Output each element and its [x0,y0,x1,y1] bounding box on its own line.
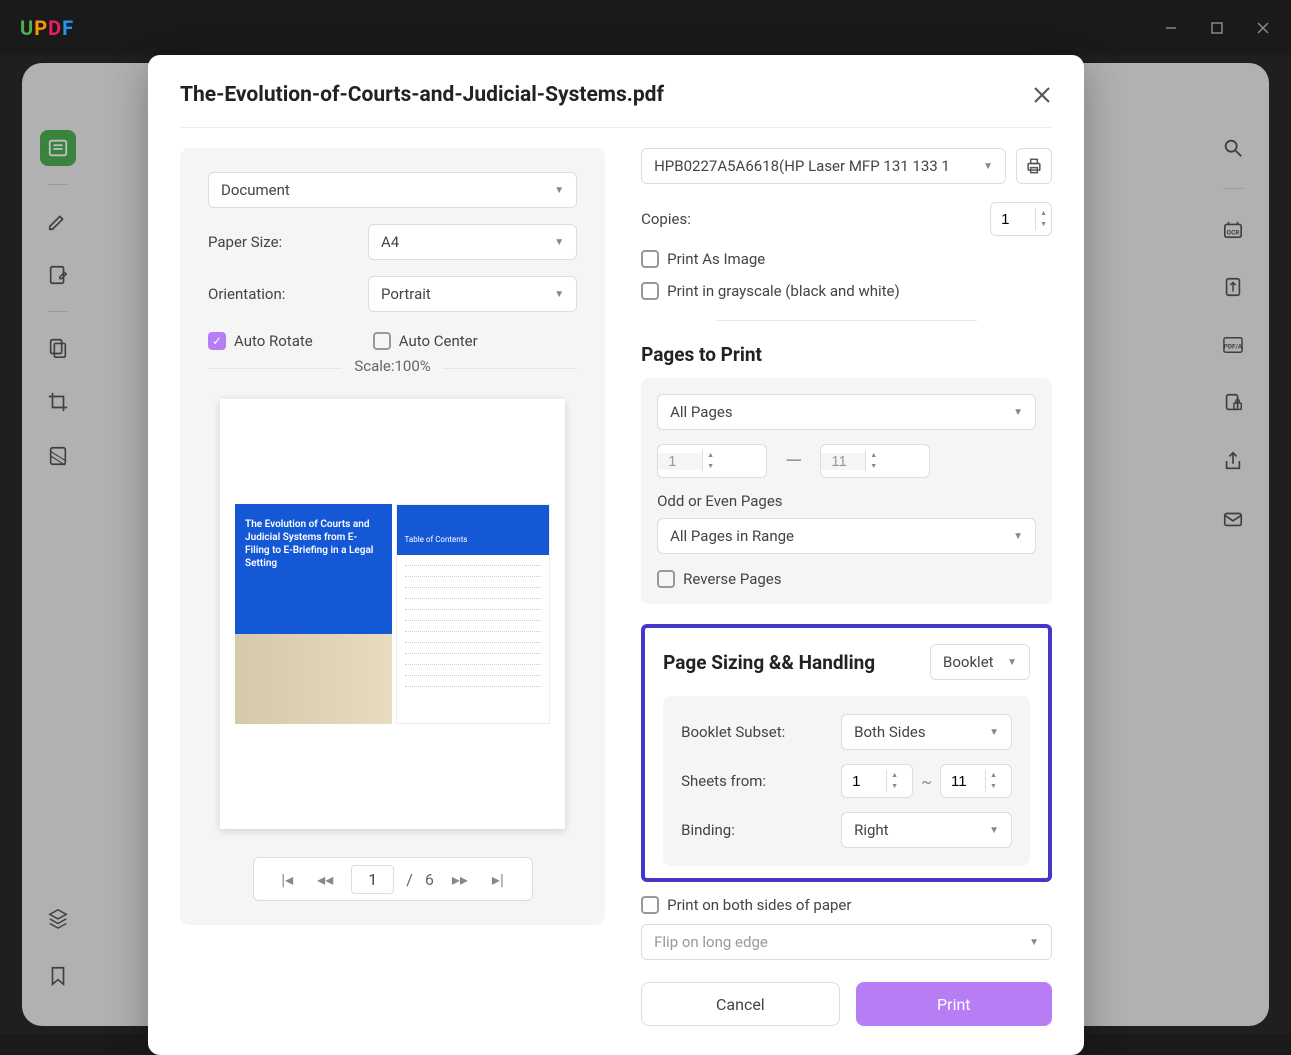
odd-even-value: All Pages in Range [670,527,794,545]
main-area: OCR PDF/A The-Evolution-of-Courts-and-Ju… [0,55,1291,1034]
first-page-button[interactable]: |◂ [275,870,299,889]
print-as-image-checkbox[interactable]: Print As Image [641,250,1052,268]
paper-size-label: Paper Size: [208,233,368,251]
minimize-button[interactable] [1163,20,1179,36]
paper-size-value: A4 [381,233,399,251]
spin-up[interactable]: ▲ [1036,208,1051,219]
options-panel: HPB0227A5A6618(HP Laser MFP 131 133 1 ▼ … [641,148,1052,1026]
chevron-down-icon: ▼ [1013,531,1023,542]
preview-panel: Document ▼ Paper Size: A4 ▼ Orientation: [180,148,605,1026]
checkbox-icon [641,282,659,300]
print-mode-value: Document [221,181,290,199]
print-button[interactable]: Print [856,982,1052,1026]
flip-select[interactable]: Flip on long edge ▼ [641,924,1052,960]
preview-right-heading: Table of Contents [397,505,550,555]
auto-rotate-checkbox[interactable]: ✓ Auto Rotate [208,332,313,350]
printer-properties-button[interactable] [1016,148,1052,184]
orientation-label: Orientation: [208,285,368,303]
flip-value: Flip on long edge [654,933,768,951]
close-window-button[interactable] [1255,20,1271,36]
print-grayscale-checkbox[interactable]: Print in grayscale (black and white) [641,282,1052,300]
duplex-label: Print on both sides of paper [667,896,851,914]
page-range-select[interactable]: All Pages ▼ [657,394,1036,430]
next-page-button[interactable]: ▸▸ [446,870,474,889]
paper-size-select[interactable]: A4 ▼ [368,224,577,260]
binding-value: Right [854,821,888,839]
duplex-checkbox[interactable]: Print on both sides of paper [641,896,1052,914]
chevron-down-icon: ▼ [1007,657,1017,668]
odd-even-select[interactable]: All Pages in Range ▼ [657,518,1036,554]
spin-down[interactable]: ▼ [1036,219,1051,230]
preview-page: The Evolution of Courts and Judicial Sys… [220,399,565,829]
checkbox-icon [641,896,659,914]
print-grayscale-label: Print in grayscale (black and white) [667,282,900,300]
copies-input[interactable]: ▲▼ [990,202,1052,236]
reverse-pages-label: Reverse Pages [683,570,781,588]
auto-rotate-label: Auto Rotate [234,332,313,350]
sheets-from-label: Sheets from: [681,772,841,790]
auto-center-checkbox[interactable]: Auto Center [373,332,478,350]
booklet-subset-label: Booklet Subset: [681,723,841,741]
preview-left-title: The Evolution of Courts and Judicial Sys… [245,518,382,570]
chevron-down-icon: ▼ [983,161,993,172]
page-sizing-title: Page Sizing && Handling [663,651,875,674]
page-range-value: All Pages [670,403,732,421]
cancel-button[interactable]: Cancel [641,982,839,1026]
sizing-mode-value: Booklet [943,653,994,671]
booklet-subset-value: Both Sides [854,723,926,741]
copies-label: Copies: [641,210,691,228]
chevron-down-icon: ▼ [1013,407,1023,418]
scale-label: Scale:100% [342,357,442,375]
print-as-image-label: Print As Image [667,250,765,268]
orientation-select[interactable]: Portrait ▼ [368,276,577,312]
odd-even-label: Odd or Even Pages [657,492,1036,510]
checkbox-icon [641,250,659,268]
copies-field[interactable] [991,211,1035,228]
modal-header: The-Evolution-of-Courts-and-Judicial-Sys… [180,83,1052,128]
checkbox-checked-icon: ✓ [208,332,226,350]
pages-to-print-title: Pages to Print [641,343,1052,366]
booklet-subset-select[interactable]: Both Sides ▼ [841,714,1012,750]
print-dialog: The-Evolution-of-Courts-and-Judicial-Sys… [148,55,1084,1055]
total-pages: 6 [425,870,434,889]
pager-separator: / [406,870,413,889]
page-sizing-section: Page Sizing && Handling Booklet ▼ Bookle… [641,624,1052,882]
page-to-input[interactable]: ▲▼ [820,444,930,478]
chevron-down-icon: ▼ [989,727,999,738]
checkbox-icon [657,570,675,588]
printer-value: HPB0227A5A6618(HP Laser MFP 131 133 1 [654,157,950,175]
chevron-down-icon: ▼ [1029,937,1039,948]
orientation-value: Portrait [381,285,431,303]
modal-title: The-Evolution-of-Courts-and-Judicial-Sys… [180,83,664,107]
sheets-to-input[interactable]: ▲▼ [940,764,1012,798]
last-page-button[interactable]: ▸| [486,870,510,889]
page-from-input[interactable]: ▲▼ [657,444,767,478]
chevron-down-icon: ▼ [554,289,564,300]
binding-select[interactable]: Right ▼ [841,812,1012,848]
app-logo: UPDF [20,16,74,40]
sheets-from-input[interactable]: ▲▼ [841,764,913,798]
prev-page-button[interactable]: ◂◂ [311,870,339,889]
chevron-down-icon: ▼ [554,237,564,248]
printer-select[interactable]: HPB0227A5A6618(HP Laser MFP 131 133 1 ▼ [641,148,1006,184]
sheets-dash: ~ [921,772,932,791]
range-dash: — [785,449,802,474]
preview-pager: |◂ ◂◂ 1 / 6 ▸▸ ▸| [253,857,533,901]
reverse-pages-checkbox[interactable]: Reverse Pages [657,570,1036,588]
window-controls [1163,20,1271,36]
current-page-input[interactable]: 1 [351,865,394,894]
print-mode-select[interactable]: Document ▼ [208,172,577,208]
binding-label: Binding: [681,821,841,839]
chevron-down-icon: ▼ [554,185,564,196]
maximize-button[interactable] [1209,20,1225,36]
sizing-mode-select[interactable]: Booklet ▼ [930,644,1030,680]
chevron-down-icon: ▼ [989,825,999,836]
titlebar: UPDF [0,0,1291,55]
auto-center-label: Auto Center [399,332,478,350]
checkbox-icon [373,332,391,350]
close-icon[interactable] [1032,85,1052,105]
